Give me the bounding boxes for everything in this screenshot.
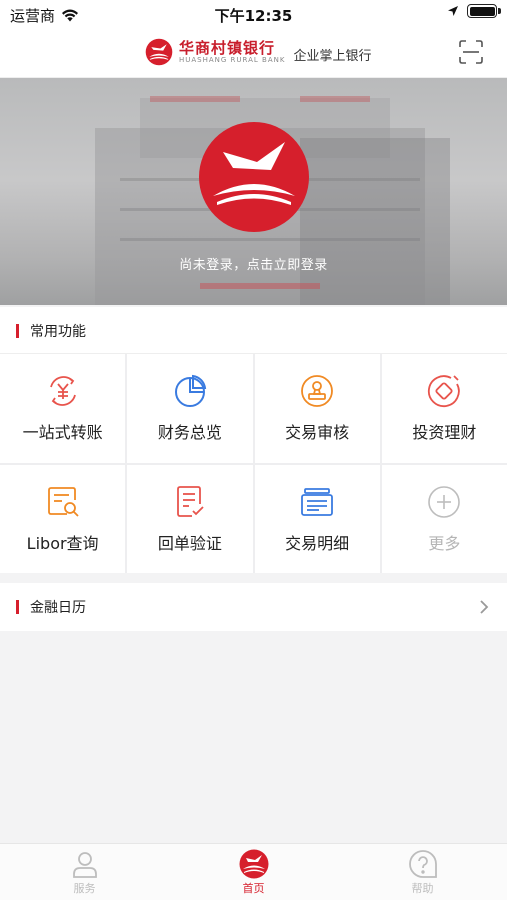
tab-label: 帮助 xyxy=(411,882,434,895)
tab-help[interactable]: 帮助 xyxy=(338,844,507,900)
function-libor-query[interactable]: Libor查询 xyxy=(0,464,126,573)
brand-name-cn: 华商村镇银行 xyxy=(179,38,276,57)
chevron-right-icon xyxy=(480,600,489,614)
location-arrow-icon xyxy=(448,6,458,16)
function-label: 财务总览 xyxy=(157,423,222,443)
card-list-icon xyxy=(301,487,334,516)
function-label: 更多 xyxy=(428,533,461,553)
financial-calendar-row[interactable]: 金融日历 xyxy=(0,583,507,631)
login-prompt[interactable]: 尚未登录，点击立即登录 xyxy=(0,254,507,273)
function-finance-overview[interactable]: 财务总览 xyxy=(127,354,253,463)
transfer-icon xyxy=(49,376,76,407)
section-title: 金融日历 xyxy=(30,600,86,616)
common-functions-header: 常用功能 xyxy=(0,307,507,355)
stamp-icon xyxy=(301,375,334,408)
function-label: 交易明细 xyxy=(285,533,350,553)
function-transfer[interactable]: 一站式转账 xyxy=(0,354,126,463)
bank-logo: 华商村镇银行 HUASHANG RURAL BANK 企业掌上银行 xyxy=(145,38,371,66)
bank-logo-large-icon xyxy=(199,122,309,232)
function-transaction-review[interactable]: 交易审核 xyxy=(254,354,380,463)
function-receipt-verify[interactable]: 回单验证 xyxy=(127,464,253,573)
battery-icon xyxy=(467,4,501,18)
function-label: Libor查询 xyxy=(26,533,99,553)
pie-chart-icon xyxy=(174,375,207,408)
function-label: 回单验证 xyxy=(157,533,222,553)
bottom-tab-bar: 服务 首页 帮助 xyxy=(0,843,507,900)
function-investment[interactable]: 投资理财 xyxy=(381,354,507,463)
function-transaction-detail[interactable]: 交易明细 xyxy=(254,464,380,573)
tab-home[interactable]: 首页 xyxy=(169,844,338,900)
help-icon xyxy=(408,850,437,878)
tab-label: 服务 xyxy=(73,882,96,895)
clock: 下午12:35 xyxy=(214,7,293,25)
function-label: 投资理财 xyxy=(412,423,477,443)
login-banner[interactable]: 尚未登录，点击立即登录 xyxy=(0,78,507,305)
bank-logo-icon xyxy=(145,38,173,66)
search-doc-icon xyxy=(47,486,79,517)
status-bar: 运营商 下午12:35 xyxy=(0,0,507,28)
bank-logo-icon xyxy=(239,849,268,879)
app-header: 华商村镇银行 HUASHANG RURAL BANK 企业掌上银行 xyxy=(0,28,507,78)
app-subtitle: 企业掌上银行 xyxy=(293,48,372,64)
tab-service[interactable]: 服务 xyxy=(0,844,169,900)
scan-icon[interactable] xyxy=(459,40,483,64)
function-label: 一站式转账 xyxy=(22,423,103,443)
function-grid: 一站式转账 财务总览 交易审核 投资理财 Libor查询 回单验证 交易明细 更… xyxy=(0,353,507,573)
plus-icon xyxy=(428,485,461,518)
function-more[interactable]: 更多 xyxy=(381,464,507,573)
person-icon xyxy=(72,852,97,878)
brand-name-en: HUASHANG RURAL BANK xyxy=(179,55,286,64)
tab-label: 首页 xyxy=(242,882,265,895)
investment-icon xyxy=(428,375,461,408)
function-label: 交易审核 xyxy=(285,423,350,443)
section-title: 常用功能 xyxy=(30,324,86,340)
receipt-check-icon xyxy=(176,485,204,517)
